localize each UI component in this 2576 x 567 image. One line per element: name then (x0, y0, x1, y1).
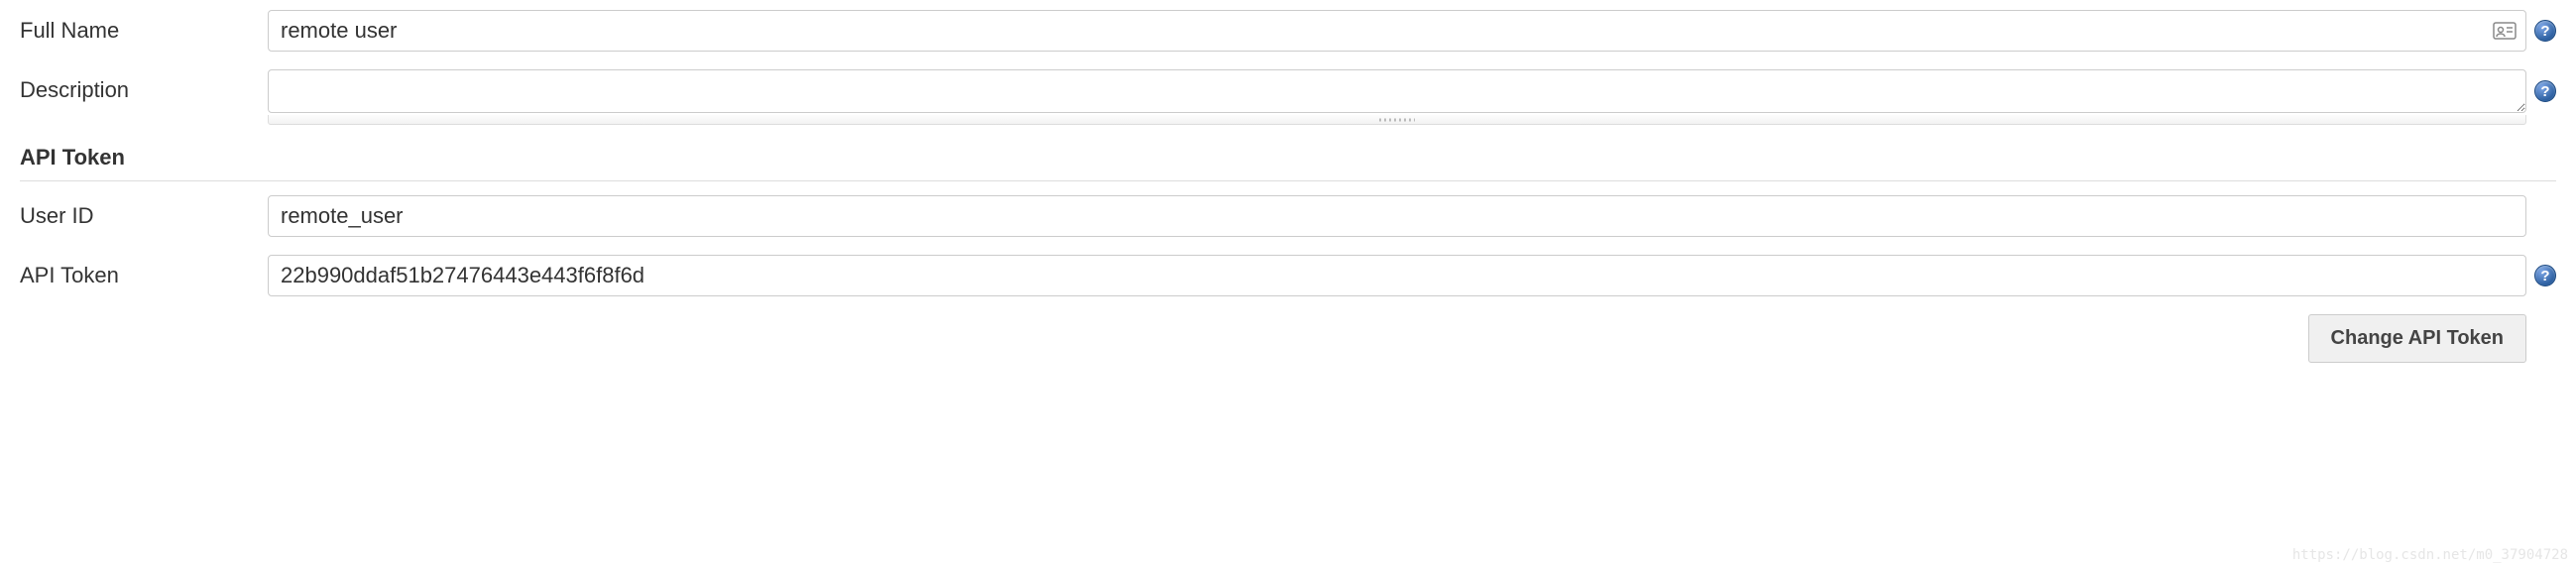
watermark-text: https://blog.csdn.net/m0_37904728 (2292, 547, 2568, 563)
full-name-field-wrapper: ? (268, 10, 2556, 52)
button-row: Change API Token (20, 314, 2556, 363)
api-token-section-header: API Token (20, 145, 2556, 176)
description-label: Description (20, 69, 268, 103)
id-card-icon (2493, 21, 2517, 41)
help-icon[interactable]: ? (2534, 265, 2556, 286)
api-token-row: API Token ? (20, 255, 2556, 296)
section-divider (20, 180, 2556, 181)
user-id-field-wrapper (268, 195, 2556, 237)
change-api-token-button[interactable]: Change API Token (2308, 314, 2526, 363)
description-row: Description ? (20, 69, 2556, 113)
help-icon[interactable]: ? (2534, 80, 2556, 102)
full-name-input-container (268, 10, 2526, 52)
user-id-row: User ID (20, 195, 2556, 237)
api-token-field-wrapper: ? (268, 255, 2556, 296)
full-name-row: Full Name ? (20, 10, 2556, 52)
description-field-wrapper: ? (268, 69, 2556, 113)
full-name-label: Full Name (20, 10, 268, 44)
textarea-resize-handle[interactable] (268, 115, 2526, 125)
api-token-input[interactable] (268, 255, 2526, 296)
api-token-label: API Token (20, 255, 268, 288)
help-icon[interactable]: ? (2534, 20, 2556, 42)
user-id-label: User ID (20, 195, 268, 229)
description-textarea[interactable] (268, 69, 2526, 113)
full-name-input[interactable] (268, 10, 2526, 52)
user-id-input[interactable] (268, 195, 2526, 237)
